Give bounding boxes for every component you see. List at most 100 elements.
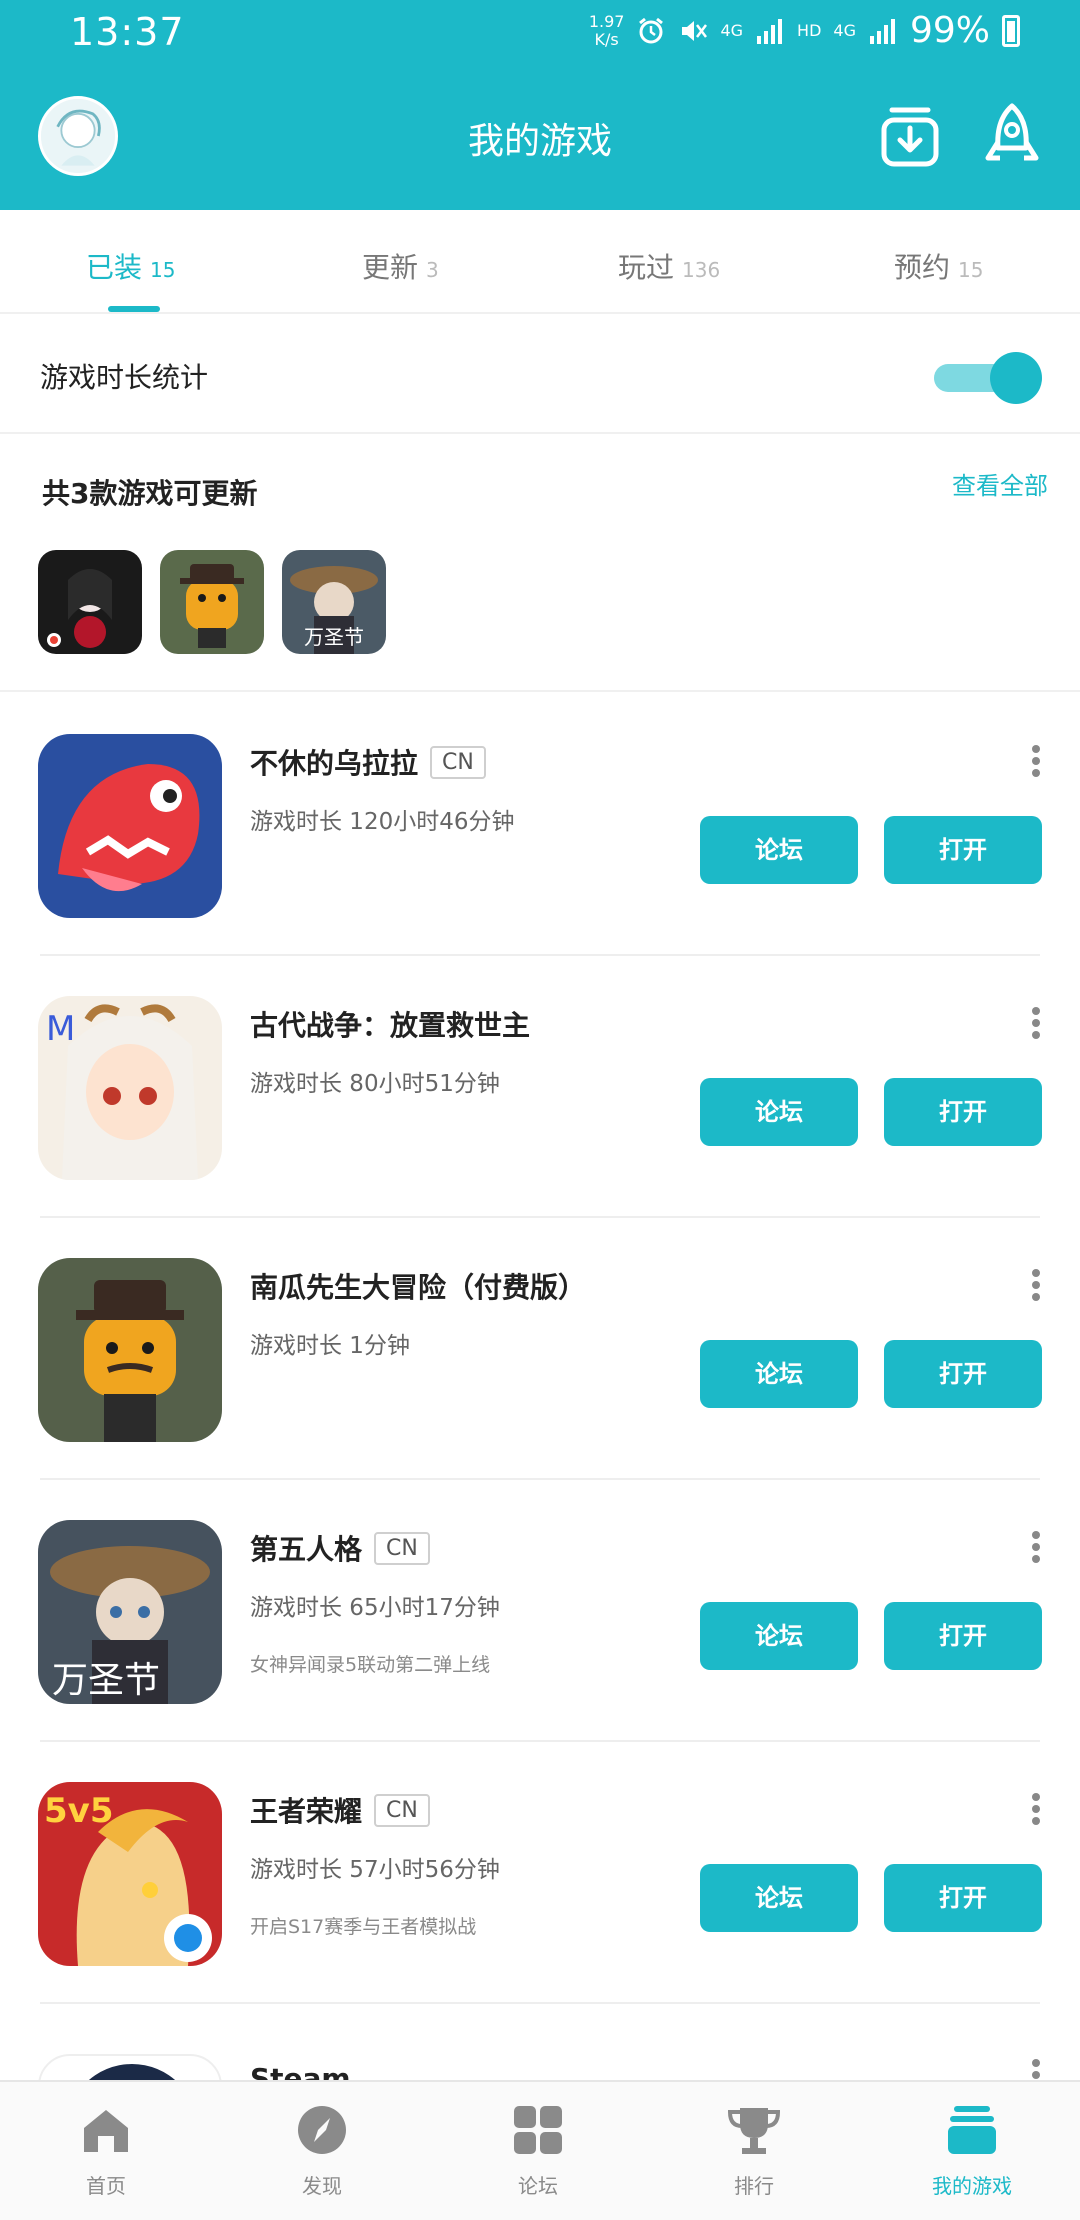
forum-button[interactable]: 论坛 bbox=[700, 816, 858, 884]
nav-forum-label: 论坛 bbox=[518, 2174, 558, 2198]
update-thumb-1[interactable] bbox=[38, 550, 142, 654]
game-icon-image: 万圣节 bbox=[38, 1520, 222, 1704]
more-options-icon[interactable] bbox=[1026, 1528, 1046, 1568]
forum-button[interactable]: 论坛 bbox=[700, 1602, 858, 1670]
game-icon-image bbox=[38, 1258, 222, 1442]
game-icon[interactable]: 万圣节 bbox=[38, 1520, 222, 1704]
net-speed-value: 1.97 bbox=[588, 11, 625, 31]
playtime-stats-toggle[interactable] bbox=[934, 350, 1042, 404]
top-bar: 13:37 1.97 K/s 4G HD 4G 99% 我的游戏 bbox=[0, 0, 1080, 210]
svg-text:M: M bbox=[46, 1009, 75, 1049]
row-divider bbox=[40, 2002, 1040, 2004]
download-manager-icon[interactable] bbox=[878, 100, 942, 172]
game-row: 不休的乌拉拉 CN 游戏时长 120小时46分钟 论坛 打开 bbox=[0, 694, 1080, 956]
game-news: 女神异闻录5联动第二弹上线 bbox=[250, 1654, 491, 1676]
net-speed: 1.97 K/s bbox=[588, 11, 625, 49]
more-options-icon[interactable] bbox=[1026, 1790, 1046, 1830]
net-type-2: 4G bbox=[833, 21, 856, 40]
forum-button[interactable]: 论坛 bbox=[700, 1078, 858, 1146]
game-icon[interactable] bbox=[38, 2054, 222, 2080]
game-library-icon bbox=[948, 2106, 996, 2154]
icon-caption: 5v5 bbox=[44, 1791, 113, 1831]
net-type-1: 4G bbox=[720, 21, 744, 40]
open-button[interactable]: 打开 bbox=[884, 1602, 1042, 1670]
trophy-icon bbox=[727, 2108, 781, 2154]
open-button[interactable]: 打开 bbox=[884, 1864, 1042, 1932]
game-icon[interactable]: 5v5 bbox=[38, 1782, 222, 1966]
rocket-icon[interactable] bbox=[980, 100, 1044, 172]
signal-icon bbox=[757, 18, 783, 44]
forum-button[interactable]: 论坛 bbox=[700, 1864, 858, 1932]
updates-count-label: 共3款游戏可更新 bbox=[42, 477, 258, 510]
grid-icon bbox=[514, 2106, 562, 2154]
playtime-stats-label: 游戏时长统计 bbox=[40, 361, 209, 394]
game-playtime: 游戏时长 1分钟 bbox=[250, 1333, 410, 1359]
more-options-icon[interactable] bbox=[1026, 2056, 1046, 2080]
game-row: 万圣节 第五人格 CN 游戏时长 65小时17分钟 女神异闻录5联动第二弹上线 … bbox=[0, 1480, 1080, 1742]
game-row-steam: Steam bbox=[0, 2034, 1080, 2080]
region-badge: CN bbox=[374, 1793, 430, 1827]
game-name: 古代战争：放置救世主 bbox=[250, 1009, 531, 1042]
status-bar: 13:37 1.97 K/s 4G HD 4G 99% bbox=[0, 0, 1080, 66]
tab-installed-label: 已装 bbox=[86, 251, 143, 284]
tab-installed[interactable]: 已装 15 bbox=[86, 246, 175, 286]
bottom-nav: 首页 发现 论坛 排行 我的游戏 bbox=[0, 2080, 1080, 2220]
game-icon[interactable]: M bbox=[38, 996, 222, 1180]
game-row: 南瓜先生大冒险（付费版） 游戏时长 1分钟 论坛 打开 bbox=[0, 1218, 1080, 1480]
open-button[interactable]: 打开 bbox=[884, 1078, 1042, 1146]
game-thumb-image bbox=[160, 550, 264, 654]
net-speed-unit: K/s bbox=[594, 29, 619, 49]
alarm-icon bbox=[639, 17, 664, 43]
view-all-link[interactable]: 查看全部 bbox=[952, 466, 1048, 501]
signal-icon-2 bbox=[869, 18, 895, 44]
game-icon[interactable] bbox=[38, 734, 222, 918]
game-row: M 古代战争：放置救世主 游戏时长 80小时51分钟 论坛 打开 bbox=[0, 956, 1080, 1218]
region-badge: CN bbox=[430, 745, 486, 779]
more-options-icon[interactable] bbox=[1026, 742, 1046, 782]
more-options-icon[interactable] bbox=[1026, 1004, 1046, 1044]
nav-discover[interactable]: 发现 bbox=[262, 2102, 382, 2199]
tab-indicator bbox=[108, 306, 160, 312]
game-icon-image bbox=[38, 734, 222, 918]
nav-home[interactable]: 首页 bbox=[46, 2102, 166, 2199]
updates-section: 共3款游戏可更新 查看全部 万圣节 bbox=[0, 436, 1080, 692]
game-playtime: 游戏时长 57小时56分钟 bbox=[250, 1857, 500, 1883]
nav-discover-label: 发现 bbox=[302, 2174, 342, 2198]
tab-installed-count: 15 bbox=[150, 258, 176, 282]
game-name-row: 王者荣耀 CN bbox=[250, 1790, 430, 1830]
tab-updates-label: 更新 bbox=[362, 251, 419, 284]
game-icon[interactable] bbox=[38, 1258, 222, 1442]
game-name-row: 第五人格 CN bbox=[250, 1528, 430, 1568]
tab-played-count: 136 bbox=[682, 258, 721, 282]
open-button[interactable]: 打开 bbox=[884, 1340, 1042, 1408]
game-name-row: 古代战争：放置救世主 bbox=[250, 1004, 530, 1044]
nav-ranking[interactable]: 排行 bbox=[694, 2102, 814, 2199]
game-name: 南瓜先生大冒险（付费版） bbox=[250, 1271, 587, 1304]
game-playtime: 游戏时长 80小时51分钟 bbox=[250, 1071, 500, 1097]
tab-played[interactable]: 玩过 136 bbox=[618, 246, 720, 286]
game-thumb-image bbox=[38, 550, 142, 654]
update-thumb-2[interactable] bbox=[160, 550, 264, 654]
open-button[interactable]: 打开 bbox=[884, 816, 1042, 884]
game-name-row: 不休的乌拉拉 CN bbox=[250, 742, 486, 782]
nav-my-games[interactable]: 我的游戏 bbox=[912, 2102, 1032, 2199]
nav-home-label: 首页 bbox=[86, 2174, 126, 2198]
forum-button[interactable]: 论坛 bbox=[700, 1340, 858, 1408]
game-name: 王者荣耀 bbox=[250, 1795, 363, 1828]
game-name: 不休的乌拉拉 bbox=[250, 747, 419, 780]
battery-percent: 99% bbox=[909, 10, 990, 51]
game-name: 第五人格 bbox=[250, 1533, 363, 1566]
status-icons: 1.97 K/s 4G HD 4G 99% bbox=[589, 10, 1020, 51]
tab-reserved[interactable]: 预约 15 bbox=[894, 246, 983, 286]
region-badge: CN bbox=[374, 1531, 430, 1565]
battery-icon bbox=[1002, 14, 1020, 47]
game-row: 5v5 王者荣耀 CN 游戏时长 57小时56分钟 开启S17赛季与王者模拟战 … bbox=[0, 1742, 1080, 2004]
status-time: 13:37 bbox=[70, 10, 185, 54]
update-thumb-3[interactable]: 万圣节 bbox=[282, 550, 386, 654]
game-news: 开启S17赛季与王者模拟战 bbox=[250, 1916, 477, 1938]
tab-updates[interactable]: 更新 3 bbox=[362, 246, 439, 286]
more-options-icon[interactable] bbox=[1026, 1266, 1046, 1306]
nav-forum[interactable]: 论坛 bbox=[478, 2102, 598, 2199]
tab-reserved-label: 预约 bbox=[894, 251, 951, 284]
mute-icon bbox=[682, 20, 708, 41]
